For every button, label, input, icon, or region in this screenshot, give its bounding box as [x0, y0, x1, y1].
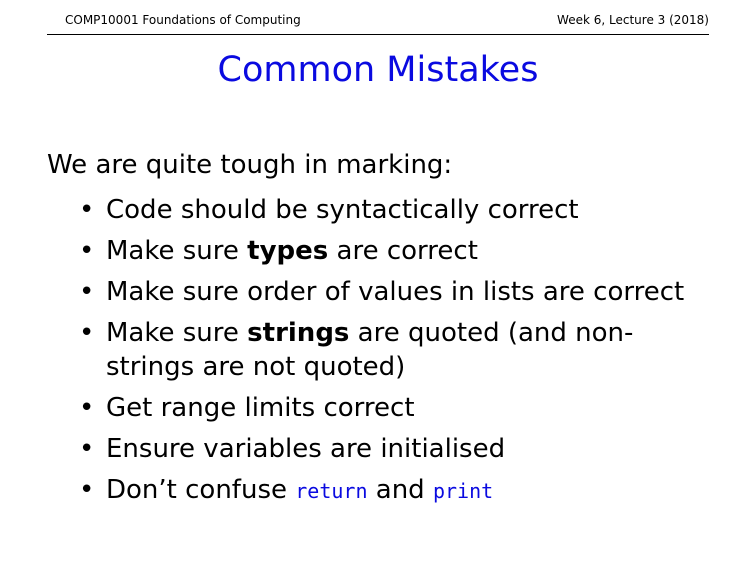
bullet-icon: • [79, 236, 95, 266]
course-title: COMP10001 Foundations of Computing [65, 13, 301, 27]
list-item: • Make sure order of values in lists are… [77, 275, 697, 309]
point-text-pre: Don’t confuse [106, 475, 296, 505]
bullet-list: • Code should be syntactically correct •… [77, 193, 697, 515]
bullet-icon: • [79, 195, 95, 225]
point-text-post: are correct [328, 236, 478, 266]
list-item: • Make sure types are correct [77, 234, 697, 268]
bullet-icon: • [79, 393, 95, 423]
list-item: • Ensure variables are initialised [77, 432, 697, 466]
slide-header: COMP10001 Foundations of Computing Week … [47, 10, 709, 35]
point-keyword: types [247, 236, 329, 266]
point-text: Ensure variables are initialised [106, 434, 506, 464]
bullet-icon: • [79, 434, 95, 464]
list-item: • Don’t confuse return and print [77, 473, 697, 508]
list-item: • Make sure strings are quoted (and non-… [77, 316, 697, 384]
point-text-pre: Make sure [106, 236, 248, 266]
point-text: Make sure order of values in lists are c… [106, 277, 685, 307]
slide-title: Common Mistakes [217, 50, 539, 90]
point-text-mid: and [367, 475, 433, 505]
list-item: • Get range limits correct [77, 391, 697, 425]
code-return: return [295, 479, 368, 503]
point-text-pre: Make sure [106, 318, 248, 348]
bullet-icon: • [79, 475, 95, 505]
point-text: Code should be syntactically correct [106, 195, 579, 225]
intro-text: We are quite tough in marking: [47, 150, 453, 180]
bullet-icon: • [79, 277, 95, 307]
list-item: • Code should be syntactically correct [77, 193, 697, 227]
code-print: print [432, 479, 494, 503]
lecture-info: Week 6, Lecture 3 (2018) [557, 13, 709, 27]
point-text: Get range limits correct [106, 393, 415, 423]
bullet-icon: • [79, 318, 95, 348]
point-keyword: strings [247, 318, 350, 348]
